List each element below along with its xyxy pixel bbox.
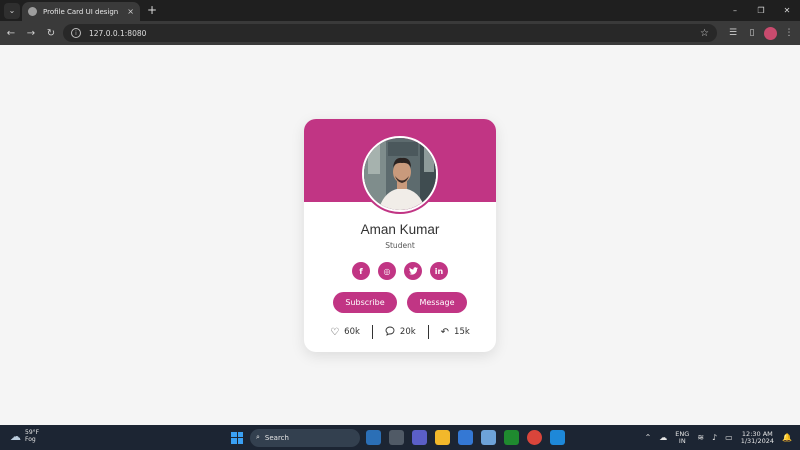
- back-button[interactable]: ←: [2, 24, 20, 42]
- arrow-left-icon: ←: [6, 27, 16, 39]
- maximize-button[interactable]: ❐: [748, 0, 774, 21]
- file-explorer-icon[interactable]: [435, 430, 450, 445]
- social-links: f ◎ in: [352, 262, 448, 280]
- onedrive-cloud-icon[interactable]: ☁: [659, 433, 667, 442]
- share-icon: ↶: [440, 326, 450, 338]
- subscribe-button[interactable]: Subscribe: [333, 292, 397, 313]
- facebook-icon[interactable]: f: [352, 262, 370, 280]
- wifi-icon[interactable]: ≋: [697, 433, 704, 442]
- profile-avatar-icon[interactable]: [764, 26, 777, 40]
- bookmark-star-icon[interactable]: ☆: [700, 28, 709, 39]
- browser-toolbar: ← → ↻ i 127.0.0.1:8080 ☆ ☰ ▯ ⋮: [0, 21, 800, 45]
- task-view-icon[interactable]: [389, 430, 404, 445]
- lang-bottom: IN: [678, 436, 686, 445]
- minimize-button[interactable]: –: [722, 0, 748, 21]
- message-button[interactable]: Message: [407, 292, 467, 313]
- comment-icon: [385, 326, 395, 339]
- photos-icon[interactable]: [481, 430, 496, 445]
- cloud-icon: ☁: [10, 429, 21, 443]
- new-tab-button[interactable]: +: [147, 3, 157, 17]
- side-panel-icon[interactable]: ▯: [745, 24, 759, 42]
- teams-icon[interactable]: [412, 430, 427, 445]
- avatar: [360, 134, 440, 214]
- window-controls: – ❐ ✕: [722, 0, 800, 21]
- taskbar-apps: ⌕ Search: [228, 428, 567, 447]
- xbox-icon[interactable]: [504, 430, 519, 445]
- linkedin-icon[interactable]: in: [430, 262, 448, 280]
- weather-desc: Fog: [25, 436, 36, 443]
- site-info-icon[interactable]: i: [71, 28, 81, 38]
- windows-start-icon[interactable]: [228, 429, 246, 447]
- avatar-photo: [362, 136, 438, 212]
- address-bar[interactable]: i 127.0.0.1:8080 ☆: [63, 24, 717, 42]
- notification-bell-icon[interactable]: 🔔: [782, 433, 792, 442]
- language-indicator[interactable]: ENG IN: [675, 430, 689, 445]
- chevron-up-icon[interactable]: ⌃: [645, 433, 652, 442]
- tab-search-button[interactable]: ⌄: [4, 2, 20, 19]
- tab-title: Profile Card UI design: [43, 7, 119, 16]
- forward-button[interactable]: →: [22, 24, 40, 42]
- weather-widget[interactable]: ☁ 59°F Fog: [10, 429, 39, 443]
- shares-stat: ↶ 15k: [429, 327, 482, 338]
- tab-close-button[interactable]: ×: [127, 7, 134, 16]
- likes-stat: ♡ 60k: [318, 327, 372, 338]
- profile-name: Aman Kumar: [360, 222, 440, 237]
- reload-button[interactable]: ↻: [42, 24, 60, 42]
- profile-stats: ♡ 60k 20k ↶ 15k: [304, 324, 496, 340]
- weather-temp: 59°F: [25, 429, 40, 436]
- profile-role: Student: [385, 241, 415, 250]
- reading-list-icon[interactable]: ☰: [726, 24, 740, 42]
- globe-icon: [28, 7, 37, 16]
- chevron-down-icon: ⌄: [8, 6, 16, 15]
- vscode-icon[interactable]: [550, 430, 565, 445]
- arrow-right-icon: →: [26, 27, 36, 39]
- volume-icon[interactable]: ♪: [712, 433, 717, 442]
- search-icon: ⌕: [256, 433, 260, 441]
- clock-date: 1/31/2024: [740, 436, 775, 445]
- menu-kebab-icon[interactable]: ⋮: [782, 24, 796, 42]
- comments-stat: 20k: [373, 326, 428, 339]
- heart-icon: ♡: [330, 326, 340, 338]
- instagram-icon[interactable]: ◎: [378, 262, 396, 280]
- close-window-button[interactable]: ✕: [774, 0, 800, 21]
- taskbar-search[interactable]: ⌕ Search: [250, 428, 360, 447]
- chrome-icon[interactable]: [527, 430, 542, 445]
- clock[interactable]: 12:30 AM 1/31/2024: [740, 430, 775, 445]
- store-icon[interactable]: [458, 430, 473, 445]
- tab-profile-card[interactable]: Profile Card UI design ×: [22, 2, 140, 21]
- twitter-bird-glyph: [408, 267, 418, 275]
- toolbar-actions: ☰ ▯ ⋮: [726, 24, 796, 42]
- shares-count: 15k: [454, 327, 470, 337]
- twitter-icon[interactable]: [404, 262, 422, 280]
- comments-count: 20k: [399, 327, 416, 337]
- reload-icon: ↻: [46, 27, 56, 39]
- likes-count: 60k: [344, 327, 360, 337]
- taskbar: ☁ 59°F Fog ⌕ Search ⌃ ☁ ENG IN ≋ ♪ ▭ 12:…: [0, 425, 800, 450]
- url-text: 127.0.0.1:8080: [89, 28, 147, 38]
- comment-bubble-glyph: [385, 326, 395, 336]
- profile-card: Aman Kumar Student f ◎ in Subscribe Mess…: [304, 119, 496, 352]
- person-photo-illustration: [364, 138, 436, 210]
- weather-text: 59°F Fog: [25, 429, 39, 443]
- system-tray: ⌃ ☁ ENG IN ≋ ♪ ▭ 12:30 AM 1/31/2024 🔔: [645, 428, 792, 447]
- taskbar-search-label: Search: [264, 433, 289, 442]
- battery-icon[interactable]: ▭: [725, 433, 733, 442]
- browser-tabstrip: ⌄ Profile Card UI design × + – ❐ ✕: [0, 0, 800, 21]
- copilot-icon[interactable]: [366, 430, 381, 445]
